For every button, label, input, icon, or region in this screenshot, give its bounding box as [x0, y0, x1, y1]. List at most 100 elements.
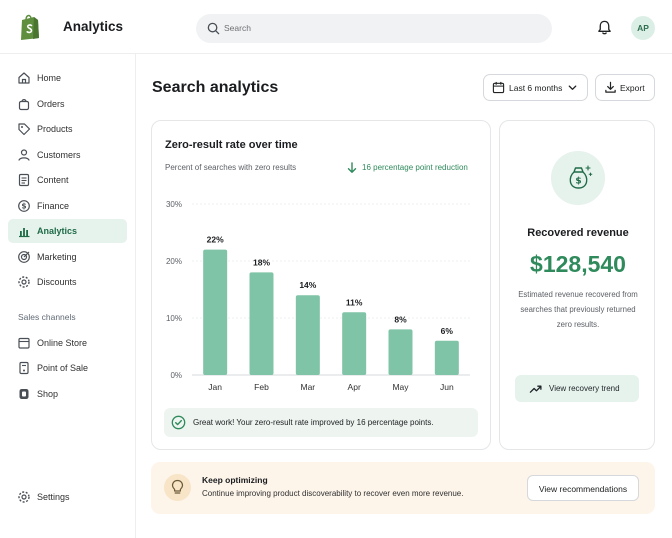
- sidebar-item-label: Analytics: [37, 226, 78, 236]
- sidebar: Home Orders Products Customers Content $…: [0, 54, 136, 538]
- bar-value-label: 18%: [253, 257, 270, 267]
- x-tick-label: Jan: [208, 382, 222, 392]
- sidebar-item-label: Settings: [37, 492, 70, 502]
- download-icon: [605, 81, 616, 93]
- view-recovery-trend-button[interactable]: View recovery trend: [515, 375, 639, 402]
- export-button[interactable]: Export: [595, 74, 655, 101]
- target-icon: [18, 251, 30, 263]
- gear-icon: [18, 276, 30, 288]
- sidebar-item-label: Finance: [37, 201, 70, 211]
- success-banner: Great work! Your zero-result rate improv…: [164, 408, 478, 437]
- sidebar-item-settings[interactable]: Settings: [8, 485, 127, 509]
- app-title: Analytics: [63, 19, 124, 34]
- sidebar-item-marketing[interactable]: Marketing: [8, 245, 127, 269]
- chevron-down-icon: [568, 85, 577, 90]
- lightbulb-icon: [171, 479, 184, 494]
- bar-value-label: 8%: [394, 314, 407, 324]
- recovered-revenue-card: $ Recovered revenue $128,540 Estimated r…: [499, 120, 655, 450]
- tip-text: Continue improving product discoverabili…: [202, 489, 464, 498]
- bar-chart-icon: [19, 228, 30, 238]
- sidebar-item-finance[interactable]: $ Finance: [8, 194, 127, 218]
- search-input[interactable]: Search: [224, 23, 251, 33]
- sidebar-item-label: Discounts: [37, 277, 77, 287]
- sidebar-item-content[interactable]: Content: [8, 168, 127, 192]
- bar: [434, 340, 459, 375]
- bar-value-label: 22%: [207, 235, 224, 245]
- avatar[interactable]: AP: [631, 16, 655, 40]
- sidebar-item-analytics[interactable]: Analytics: [8, 219, 127, 243]
- y-tick-label: 0%: [170, 371, 182, 380]
- money-bag-icon: $: [569, 165, 593, 189]
- bar: [295, 295, 320, 375]
- sidebar-item-label: Online Store: [37, 338, 88, 348]
- sidebar-item-label: Point of Sale: [37, 363, 89, 373]
- sidebar-item-label: Shop: [37, 389, 59, 399]
- recommendations-button-label: View recommendations: [538, 484, 628, 494]
- sidebar-item-home[interactable]: Home: [8, 66, 127, 90]
- revenue-title: Recovered revenue: [527, 227, 629, 239]
- bar: [388, 329, 413, 375]
- bar: [249, 272, 274, 375]
- search-bar[interactable]: Search: [196, 14, 552, 43]
- trend-button-label: View recovery trend: [549, 384, 620, 393]
- person-icon: [18, 149, 30, 161]
- bar: [342, 312, 367, 375]
- sidebar-item-products[interactable]: Products: [8, 117, 127, 141]
- success-message: Great work! Your zero-result rate improv…: [193, 418, 434, 427]
- calendar-icon: [492, 81, 505, 94]
- home-icon: [18, 72, 30, 84]
- notification-bell-icon[interactable]: [596, 19, 613, 36]
- y-tick-label: 30%: [166, 200, 182, 209]
- export-label: Export: [620, 83, 645, 93]
- x-tick-label: Mar: [301, 382, 316, 392]
- shop-icon: [19, 389, 29, 399]
- y-tick-label: 10%: [166, 314, 182, 323]
- sidebar-item-orders[interactable]: Orders: [8, 92, 127, 116]
- money-bag-badge: $: [551, 151, 605, 205]
- sidebar-item-label: Customers: [37, 150, 81, 160]
- svg-text:$: $: [575, 177, 581, 187]
- search-icon: [207, 22, 220, 35]
- trend-up-icon: [529, 385, 542, 393]
- page-title: Search analytics: [152, 79, 279, 96]
- sidebar-item-point-of-sale[interactable]: Point of Sale: [8, 356, 127, 380]
- x-tick-label: Apr: [348, 382, 361, 392]
- bar: [203, 249, 228, 375]
- document-icon: [18, 173, 30, 187]
- top-bar: Analytics Search AP: [0, 0, 672, 54]
- date-range-picker[interactable]: Last 6 months: [483, 74, 588, 101]
- sidebar-item-label: Products: [37, 124, 73, 134]
- bar-value-label: 14%: [299, 280, 316, 290]
- bag-icon: [18, 99, 30, 111]
- store-icon: [18, 337, 30, 349]
- sidebar-item-label: Home: [37, 73, 62, 83]
- x-tick-label: Feb: [254, 382, 269, 392]
- x-tick-label: May: [392, 382, 409, 392]
- svg-text:$: $: [21, 202, 26, 211]
- y-tick-label: 20%: [166, 257, 182, 266]
- view-recommendations-button[interactable]: View recommendations: [527, 475, 639, 501]
- settings-gear-icon: [18, 491, 30, 503]
- tip-title: Keep optimizing: [202, 475, 268, 485]
- sidebar-item-discounts[interactable]: Discounts: [8, 270, 127, 294]
- bar-value-label: 11%: [346, 297, 363, 307]
- sidebar-item-online-store[interactable]: Online Store: [8, 331, 127, 355]
- dollar-circle-icon: $: [18, 200, 30, 212]
- date-range-label: Last 6 months: [509, 83, 563, 93]
- sidebar-item-label: Marketing: [37, 252, 77, 262]
- keep-optimizing-banner: Keep optimizing Continue improving produ…: [151, 462, 655, 514]
- tag-icon: [18, 123, 31, 136]
- revenue-value: $128,540: [530, 251, 626, 277]
- shopify-logo-icon[interactable]: [18, 13, 42, 41]
- sidebar-item-shop[interactable]: Shop: [8, 382, 127, 406]
- zero-result-rate-card: Zero-result rate over time Percent of se…: [151, 120, 491, 450]
- sales-channels-heading: Sales channels: [18, 312, 76, 322]
- check-circle-icon: [171, 415, 186, 430]
- tip-icon-badge: [164, 474, 191, 501]
- sidebar-item-label: Orders: [37, 99, 65, 109]
- revenue-description: Estimated revenue recovered from searche…: [518, 290, 638, 329]
- sidebar-item-label: Content: [37, 175, 69, 185]
- sidebar-item-customers[interactable]: Customers: [8, 143, 127, 167]
- bar-value-label: 6%: [441, 326, 454, 336]
- x-tick-label: Jun: [440, 382, 454, 392]
